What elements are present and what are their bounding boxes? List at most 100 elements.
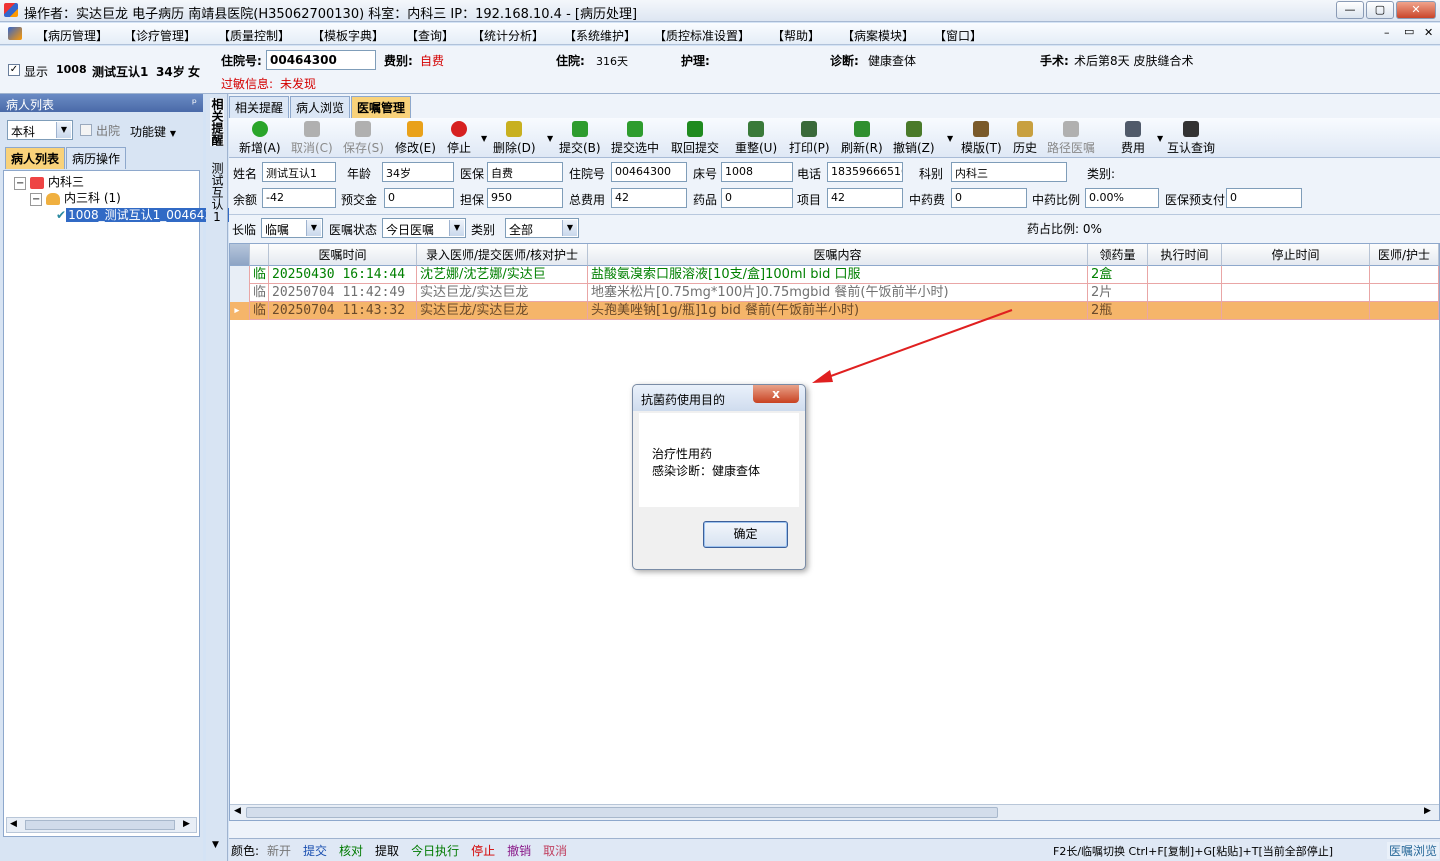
toolbar-delete-button[interactable]: 删除(D) [493, 120, 536, 156]
grid-header-qty[interactable]: 领药量 [1088, 244, 1148, 266]
menu-query[interactable]: 【查询】 [406, 27, 454, 44]
patient-field-value[interactable]: 0 [384, 188, 454, 208]
toolbar-history-button[interactable]: 历史 [1013, 120, 1037, 156]
menu-quality-control[interactable]: 【质量控制】 [218, 27, 290, 44]
grid-hscrollbar[interactable]: ◀ ▶ [230, 804, 1439, 820]
status-select[interactable]: 今日医嘱 ▼ [382, 218, 466, 238]
menu-clinical-mgmt[interactable]: 【诊疗管理】 [124, 27, 196, 44]
menu-system-maintenance[interactable]: 【系统维护】 [564, 27, 636, 44]
patient-field-value[interactable]: 18359666516 [827, 162, 903, 182]
grid-header-doctor[interactable]: 录入医师/提交医师/核对护士 [417, 244, 588, 266]
mdi-close-button[interactable]: ✕ [1424, 26, 1433, 39]
pin-icon[interactable]: ᵖ [192, 96, 197, 110]
toolbar-submit-selected-button[interactable]: 提交选中 [611, 120, 659, 156]
scroll-right-icon[interactable]: ▶ [1424, 806, 1431, 816]
toolbar-stop-button[interactable]: 停止 [447, 120, 471, 156]
row-header: ▸ [230, 302, 250, 320]
chevron-down-icon: ▼ [449, 220, 464, 236]
grid-header-exec-time[interactable]: 执行时间 [1148, 244, 1222, 266]
grid-header-doctor-nurse[interactable]: 医师/护士 [1370, 244, 1439, 266]
vtab-patient[interactable]: 测试互认1 [210, 162, 224, 224]
admit-no-field[interactable]: 00464300 [266, 50, 376, 70]
grid-header-stop-time[interactable]: 停止时间 [1222, 244, 1370, 266]
patient-field-label: 住院号 [569, 167, 606, 181]
scroll-right-icon[interactable]: ▶ [183, 819, 190, 829]
fee-dropdown-icon[interactable]: ▼ [1157, 134, 1163, 143]
menu-window[interactable]: 【窗口】 [934, 27, 982, 44]
undo-dropdown-icon[interactable]: ▼ [947, 134, 953, 143]
grid-scroll-thumb[interactable] [246, 807, 998, 818]
tab-patient-browse[interactable]: 病人浏览 [290, 96, 351, 118]
longtemp-select[interactable]: 临嘱 ▼ [261, 218, 323, 238]
patient-field-value[interactable]: 00464300 [611, 162, 687, 182]
patient-field-value[interactable]: 1008 [721, 162, 793, 182]
toolbar-edit-button[interactable]: 修改(E) [395, 120, 436, 156]
patient-field-value[interactable]: 0 [1226, 188, 1302, 208]
patient-field-value[interactable]: -42 [262, 188, 336, 208]
tree-node-dept[interactable]: − 内科三 [14, 173, 84, 190]
toolbar-print-button[interactable]: 打印(P) [789, 120, 830, 156]
toolbar-path-order-button[interactable]: 路径医嘱 [1047, 120, 1095, 156]
dropdown-arrow-icon[interactable]: ▼ [212, 840, 219, 850]
toolbar-trash-button[interactable]: 撤销(Z) [893, 120, 935, 156]
toolbar-reorganize-button[interactable]: 重整(U) [735, 120, 777, 156]
scroll-thumb[interactable] [25, 820, 175, 830]
delete-dropdown-icon[interactable]: ▼ [481, 134, 487, 143]
tab-order-browse[interactable]: 医嘱浏览 [1387, 842, 1440, 859]
tab-order-management[interactable]: 医嘱管理 [351, 96, 412, 118]
patient-field-value[interactable]: 42 [611, 188, 687, 208]
collapse-icon[interactable]: − [30, 193, 43, 206]
toolbar-add-button[interactable]: 新增(A) [239, 120, 281, 156]
tree-node-subdept[interactable]: − 内三科 (1) [30, 189, 121, 206]
patient-field-value[interactable]: 0 [951, 188, 1027, 208]
toolbar-save-button[interactable]: 保存(S) [343, 120, 384, 156]
menu-template-dict[interactable]: 【模板字典】 [312, 27, 384, 44]
grid-header-time[interactable]: 医嘱时间 [269, 244, 417, 266]
maximize-button[interactable]: ▢ [1366, 1, 1394, 19]
dept-select[interactable]: 本科 ▼ [7, 120, 73, 140]
menu-help[interactable]: 【帮助】 [772, 27, 820, 44]
scroll-left-icon[interactable]: ◀ [10, 819, 17, 829]
grid-header-content[interactable]: 医嘱内容 [588, 244, 1088, 266]
ok-button[interactable]: 确定 [703, 521, 788, 548]
mdi-restore-button[interactable]: ▭ [1404, 25, 1414, 38]
menu-qc-standards[interactable]: 【质控标准设置】 [654, 27, 750, 44]
toolbar-template-button[interactable]: 模版(T) [961, 120, 1002, 156]
minimize-button[interactable]: — [1336, 1, 1364, 19]
mdi-minimize-button[interactable]: – [1384, 26, 1390, 39]
menu-record-mgmt[interactable]: 【病历管理】 [36, 27, 108, 44]
function-key-dropdown[interactable]: 功能键 ▼ [130, 123, 176, 140]
toolbar-submit-button[interactable]: 提交(B) [559, 120, 601, 156]
collapse-icon[interactable]: − [14, 177, 27, 190]
patient-field-value[interactable]: 自费 [487, 162, 563, 182]
patient-field-value[interactable]: 34岁 [382, 162, 454, 182]
close-window-button[interactable]: ✕ [1396, 1, 1436, 19]
patient-field-value[interactable]: 0.00% [1085, 188, 1159, 208]
dialog-close-button[interactable]: x [753, 385, 799, 403]
patient-field-value[interactable]: 测试互认1 [262, 162, 336, 182]
tab-related-reminders[interactable]: 相关提醒 [229, 96, 290, 118]
patient-field-value[interactable]: 950 [487, 188, 563, 208]
system-menu-icon[interactable] [8, 27, 22, 40]
menu-statistics[interactable]: 【统计分析】 [472, 27, 544, 44]
tab-record-operations[interactable]: 病历操作 [66, 147, 127, 169]
tab-patient-list[interactable]: 病人列表 [5, 147, 66, 169]
scroll-left-icon[interactable]: ◀ [234, 806, 241, 816]
patient-field-value[interactable]: 内科三 [951, 162, 1067, 182]
toolbar-refresh-button[interactable]: 刷新(R) [841, 120, 883, 156]
delete-more-icon[interactable]: ▼ [547, 134, 553, 143]
toolbar-search-button[interactable]: 互认查询 [1167, 120, 1215, 156]
toolbar-fee-button[interactable]: 费用 [1121, 120, 1145, 156]
tree-hscrollbar[interactable]: ◀ ▶ [6, 817, 197, 833]
toolbar-undo-button[interactable]: 取消(C) [291, 120, 333, 156]
vtab-reminders[interactable]: 相关提醒 [210, 98, 224, 146]
toolbar-retrieve-button[interactable]: 取回提交 [671, 120, 719, 156]
patient-field-value[interactable]: 42 [827, 188, 903, 208]
discharge-checkbox[interactable] [80, 124, 92, 136]
menu-case-module[interactable]: 【病案模块】 [842, 27, 914, 44]
patient-field-value[interactable]: 0 [721, 188, 793, 208]
table-row[interactable]: 临 20250430 16:14:44 沈艺娜/沈艺娜/实达巨 盐酸氨溴索口服溶液[1… [230, 266, 1439, 284]
show-checkbox[interactable]: ✓ [8, 64, 20, 76]
category-select[interactable]: 全部 ▼ [505, 218, 579, 238]
tree-node-patient[interactable]: ✔ 1008_测试互认1_00464300 [56, 206, 230, 223]
